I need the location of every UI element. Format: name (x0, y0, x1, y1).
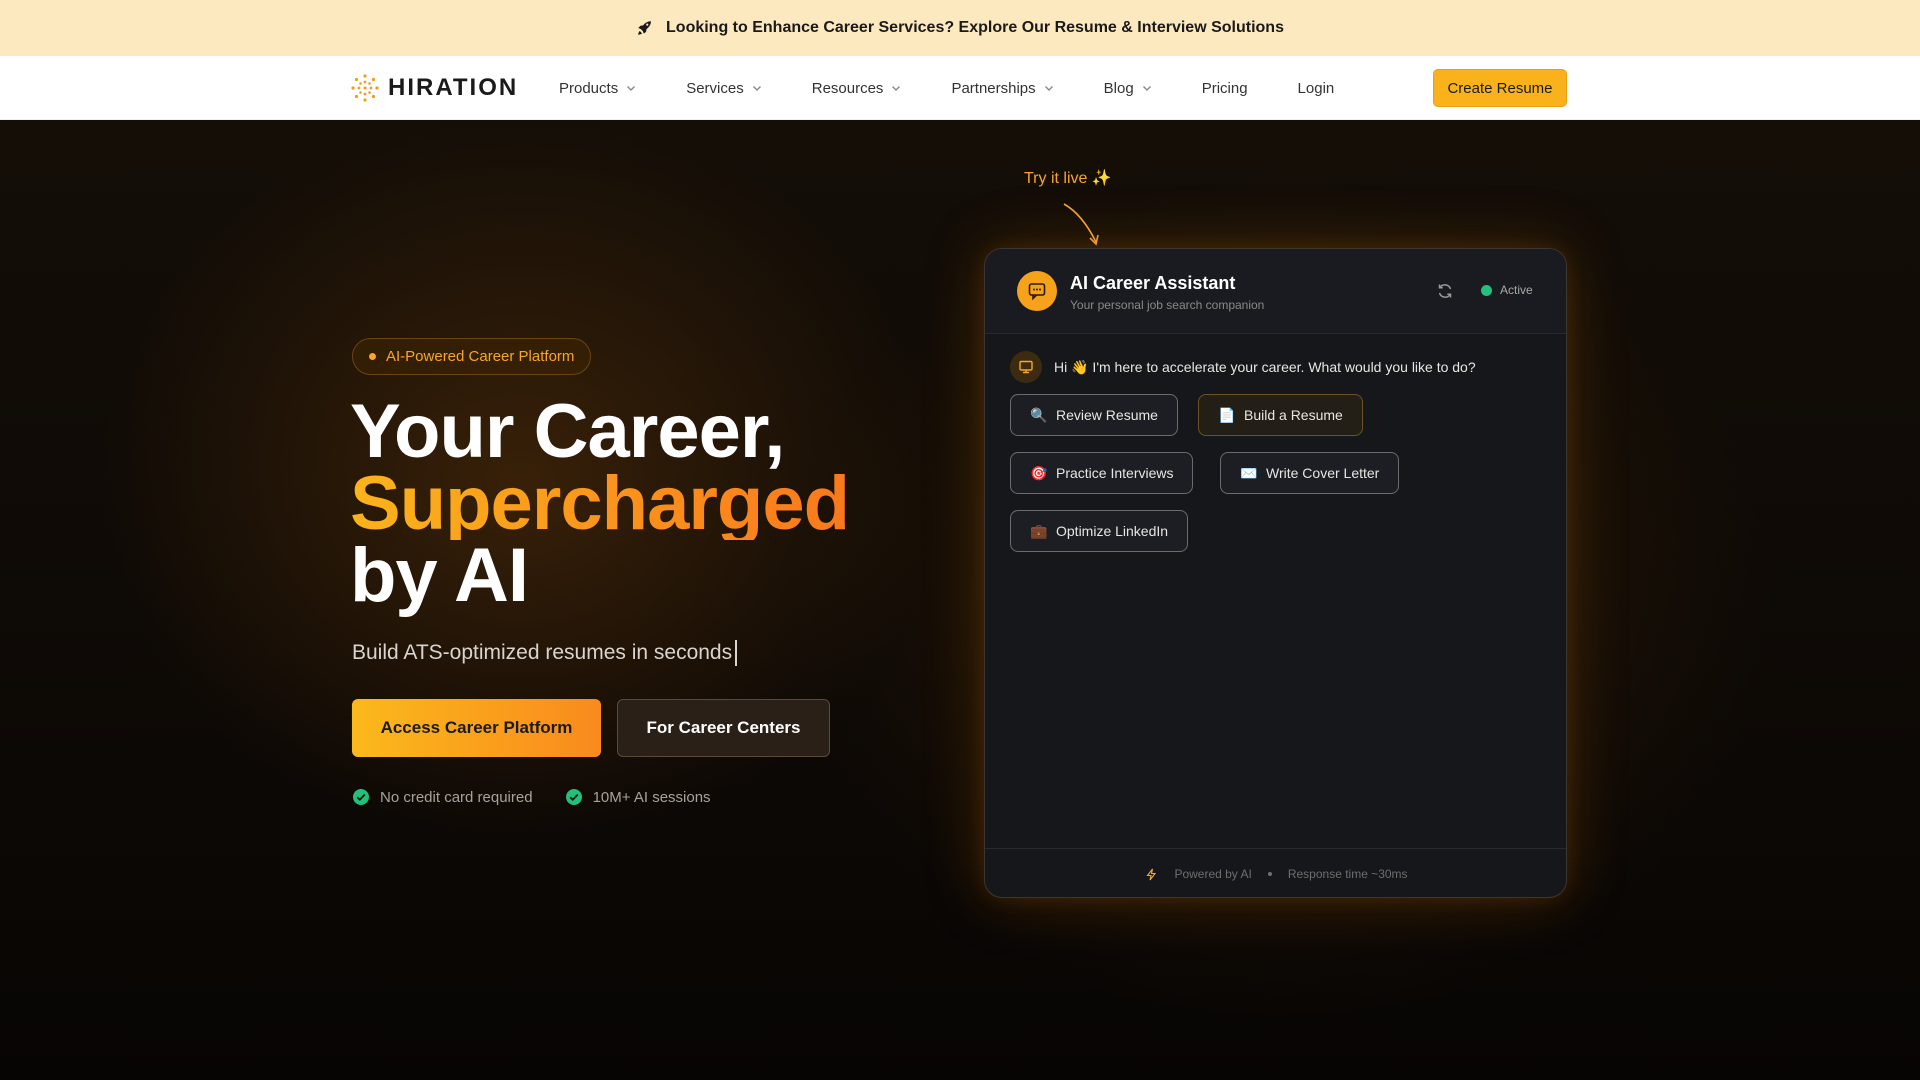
hero-title-line3: by AI (350, 533, 529, 618)
option-label: Review Resume (1056, 407, 1158, 423)
option-optimize-linkedin[interactable]: 💼 Optimize LinkedIn (1010, 510, 1189, 552)
status-dot (1481, 284, 1492, 296)
footer-separator (1267, 872, 1272, 876)
chevron-down-icon (892, 86, 901, 91)
nav-item-partnerships[interactable]: Partnerships (951, 80, 1053, 97)
option-review-resume[interactable]: 🔍 Review Resume (1010, 394, 1178, 436)
check-circle-icon (565, 789, 582, 805)
option-label: Optimize LinkedIn (1056, 523, 1169, 539)
nav-item-label: Services (686, 79, 744, 97)
create-resume-button[interactable]: Create Resume (1433, 69, 1567, 107)
assistant-message-text: Hi 👋 I'm here to accelerate your career.… (1054, 358, 1476, 375)
status-text: Active (1500, 283, 1533, 297)
status-badge: Active (1481, 283, 1533, 297)
envelope-icon: ✉️ (1240, 464, 1258, 481)
hero-subtitle-text: Build ATS-optimized resumes in seconds (352, 641, 733, 664)
check-item: 10M+ AI sessions (565, 788, 711, 806)
logo[interactable]: HIRATION (350, 70, 518, 106)
check-circle-icon (353, 789, 369, 805)
chat-bubble-icon (1028, 283, 1046, 301)
hero-title: Your Career, Supercharged by AI (350, 389, 850, 618)
refresh-icon[interactable] (1436, 282, 1454, 300)
typing-caret (735, 640, 738, 666)
nav-item-blog[interactable]: Blog (1104, 80, 1152, 97)
chevron-down-icon (627, 86, 636, 91)
nav-item-products[interactable]: Products (559, 80, 636, 97)
footer-response-text: Response time ~30ms (1287, 867, 1408, 881)
platform-badge: AI-Powered Career Platform (352, 338, 592, 375)
option-write-cover-letter[interactable]: ✉️ Write Cover Letter (1220, 452, 1400, 494)
chevron-down-icon (1044, 86, 1053, 91)
ai-chat-widget: AI Career Assistant Your personal job se… (984, 248, 1567, 898)
badge-dot (369, 353, 376, 360)
monitor-icon (1019, 360, 1033, 374)
option-build-resume[interactable]: 📄 Build a Resume (1198, 394, 1363, 436)
briefcase-icon: 💼 (1030, 522, 1048, 539)
option-practice-interviews[interactable]: 🎯 Practice Interviews (1010, 452, 1194, 494)
announcement-text: Looking to Enhance Career Services? Expl… (666, 19, 1284, 36)
lightning-icon (1146, 868, 1157, 880)
announcement-bar[interactable]: Looking to Enhance Career Services? Expl… (0, 0, 1920, 56)
chat-avatar (1017, 271, 1057, 311)
nav-item-services[interactable]: Services (686, 80, 762, 97)
chevron-down-icon (752, 86, 761, 91)
hero-title-line1: Your Career, (350, 389, 785, 474)
try-it-live-label: Try it live ✨ (1024, 170, 1112, 187)
nav-item-resources[interactable]: Resources (812, 80, 902, 97)
for-career-centers-button[interactable]: For Career Centers (617, 699, 830, 757)
hero-section (0, 120, 1920, 1080)
top-nav: HIRATION Products Services Resources Par… (0, 56, 1920, 120)
chevron-down-icon (1142, 86, 1151, 91)
nav-item-label: Login (1297, 79, 1335, 97)
assistant-avatar (1010, 351, 1042, 383)
magnifier-icon: 🔍 (1030, 406, 1048, 423)
access-career-platform-button[interactable]: Access Career Platform (352, 699, 601, 757)
nav-menu: Products Services Resources Partnerships… (559, 56, 1384, 120)
nav-item-label: Pricing (1201, 79, 1248, 97)
check-text: No credit card required (380, 788, 533, 806)
assistant-message: Hi 👋 I'm here to accelerate your career.… (1010, 351, 1476, 383)
hero-title-line2: Supercharged (350, 461, 850, 546)
document-icon: 📄 (1218, 406, 1236, 423)
chat-subtitle: Your personal job search companion (1070, 298, 1265, 312)
hero-checks: No credit card required 10M+ AI sessions (352, 788, 711, 806)
badge-text: AI-Powered Career Platform (386, 348, 575, 365)
option-label: Build a Resume (1244, 407, 1343, 423)
target-icon: 🎯 (1030, 464, 1048, 481)
check-item: No credit card required (352, 788, 533, 806)
option-label: Practice Interviews (1056, 465, 1174, 481)
logo-text: HIRATION (388, 74, 519, 101)
nav-item-pricing[interactable]: Pricing (1202, 80, 1248, 97)
nav-item-label: Resources (811, 79, 884, 97)
chat-footer: Powered by AI Response time ~30ms (985, 848, 1566, 897)
nav-item-label: Products (559, 79, 619, 97)
logo-mark-icon (351, 74, 379, 102)
chat-header: AI Career Assistant Your personal job se… (985, 249, 1566, 334)
nav-item-login[interactable]: Login (1298, 80, 1335, 97)
chat-title: AI Career Assistant (1070, 273, 1236, 293)
hero-subtitle: Build ATS-optimized resumes in seconds (352, 640, 738, 666)
arrow-icon (1063, 203, 1099, 246)
check-text: 10M+ AI sessions (592, 788, 711, 806)
nav-item-label: Partnerships (951, 79, 1036, 97)
rocket-icon (638, 21, 652, 35)
footer-powered-text: Powered by AI (1174, 867, 1252, 881)
nav-item-label: Blog (1103, 79, 1134, 97)
option-label: Write Cover Letter (1266, 465, 1380, 481)
